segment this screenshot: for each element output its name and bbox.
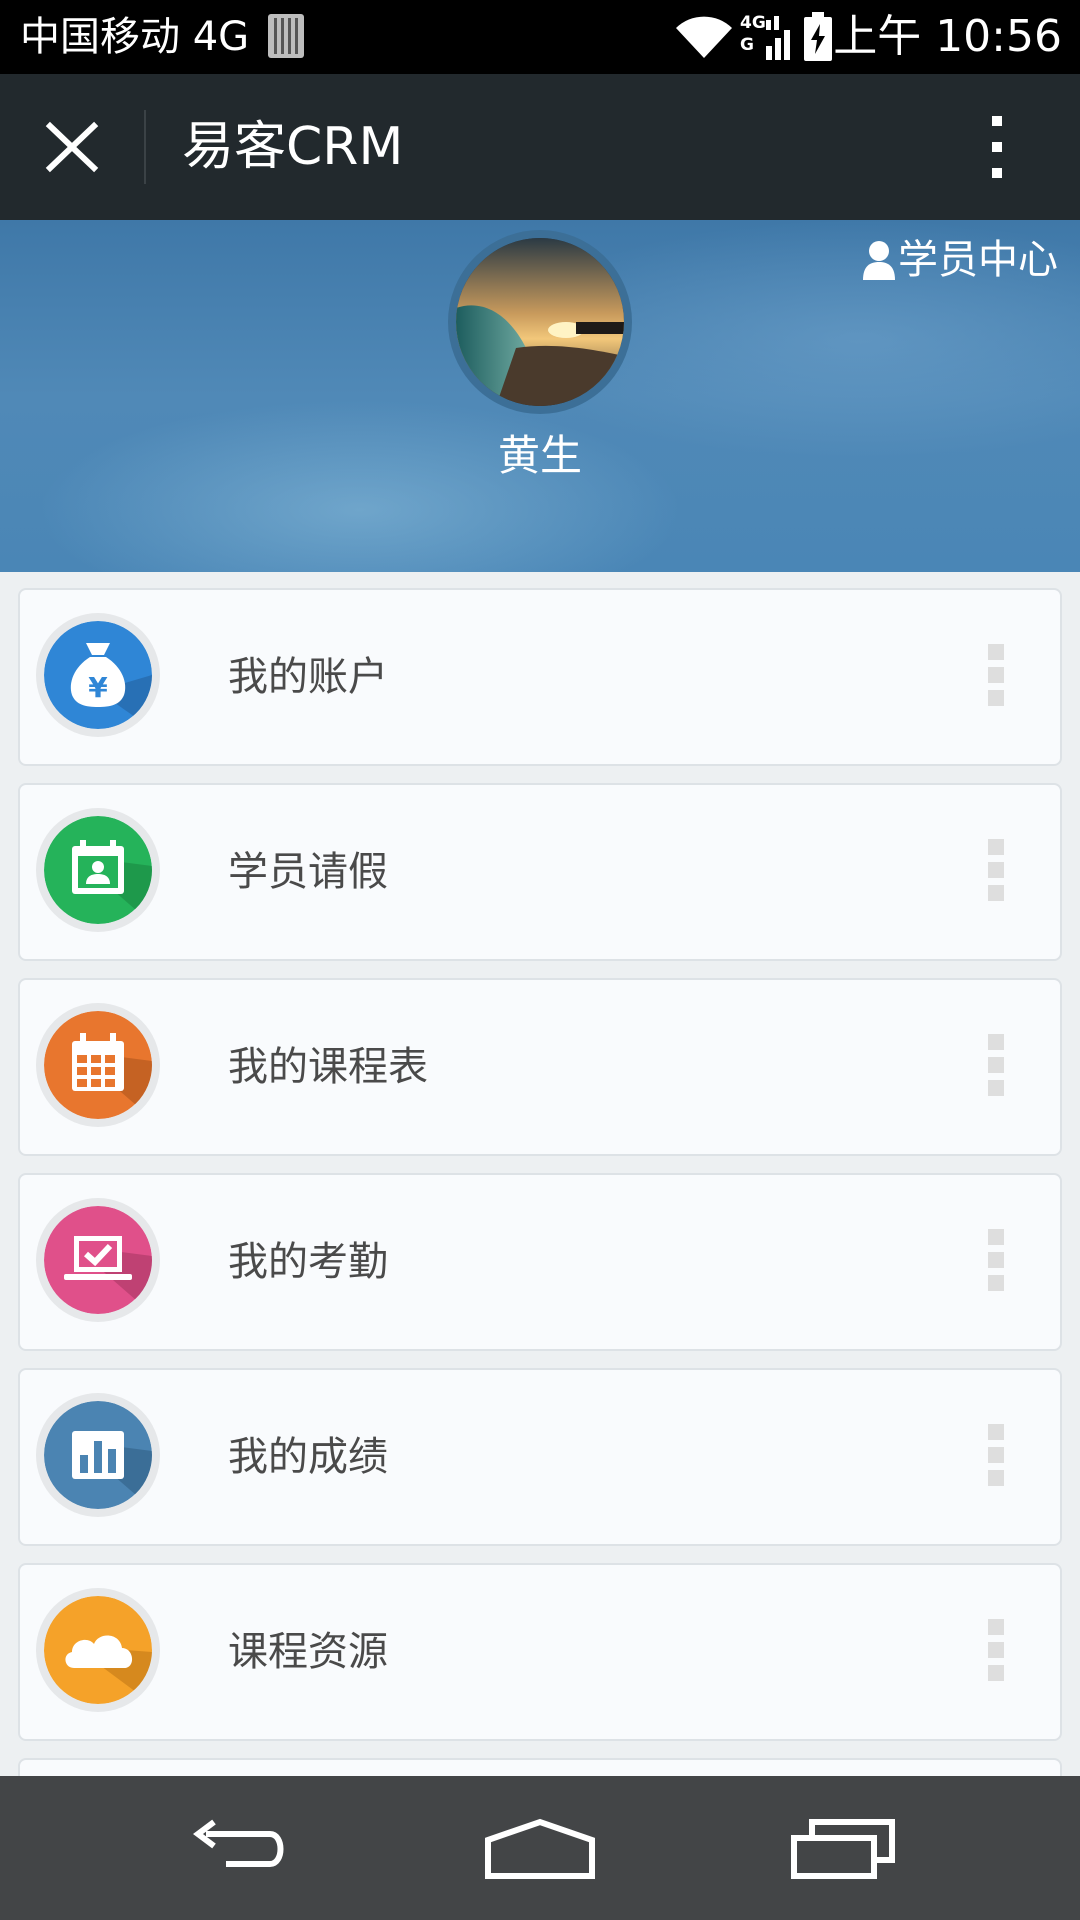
student-center-link[interactable]: 学员中心 [862,230,1058,290]
avatar-image [456,238,624,406]
app-bar-divider [144,110,146,184]
network-4g-text: 4G [740,13,766,33]
student-center-label: 学员中心 [898,237,1058,283]
back-icon[interactable] [186,1818,290,1880]
menu-label: 学员请假 [228,849,388,895]
menu-icon-frame: ¥ [36,613,160,737]
more-options-icon[interactable] [970,110,1024,184]
clock: 上午 10:56 [833,11,1062,62]
money-bag-icon: ¥ [44,621,152,729]
user-icon [863,241,895,280]
svg-text:¥: ¥ [88,671,108,704]
recent-apps-icon[interactable] [790,1816,896,1880]
menu-item-leave[interactable]: 学员请假 [18,783,1062,961]
sim-signal-icon [268,14,304,58]
profile-header: 学员中心 黄生 [0,220,1080,572]
menu-icon-frame [36,1588,160,1712]
network-g-text: G [740,35,754,55]
avatar[interactable] [448,230,632,414]
home-icon[interactable] [484,1818,596,1880]
close-icon[interactable] [30,112,114,182]
drag-handle-icon[interactable] [988,1619,1004,1681]
menu-item-attendance[interactable]: 我的考勤 [18,1173,1062,1351]
menu-icon-frame [36,1198,160,1322]
bar-chart-icon [44,1401,152,1509]
menu-list: ¥ 我的账户 学员请假 我的课程表 我的考勤 我的成绩 课程资源 [18,588,1062,1758]
carrier-label: 中国移动 4G [20,14,250,60]
menu-label: 我的课程表 [228,1044,428,1090]
menu-label: 课程资源 [228,1629,388,1675]
menu-item-account[interactable]: ¥ 我的账户 [18,588,1062,766]
menu-item-resources[interactable]: 课程资源 [18,1563,1062,1741]
drag-handle-icon[interactable] [988,1034,1004,1096]
cloud-icon [44,1596,152,1704]
battery-charging-icon [804,12,832,61]
wifi-icon [676,16,732,59]
menu-icon-frame [36,1003,160,1127]
drag-handle-icon[interactable] [988,644,1004,706]
menu-icon-frame [36,1393,160,1517]
page-title: 易客CRM [182,117,404,177]
calendar-person-icon [44,816,152,924]
laptop-check-icon [44,1206,152,1314]
network-type-label: 4G G [740,12,766,56]
menu-item-grades[interactable]: 我的成绩 [18,1368,1062,1546]
drag-handle-icon[interactable] [988,1229,1004,1291]
drag-handle-icon[interactable] [988,1424,1004,1486]
user-name: 黄生 [497,431,582,480]
drag-handle-icon[interactable] [988,839,1004,901]
menu-label: 我的考勤 [228,1239,388,1285]
status-bar: 中国移动 4G 4G G 上午 10:56 [0,0,1080,74]
menu-label: 我的成绩 [228,1434,388,1480]
app-bar: 易客CRM [0,74,1080,220]
calendar-grid-icon [44,1011,152,1119]
menu-label: 我的账户 [228,654,388,700]
system-nav-bar [0,1776,1080,1920]
menu-item-schedule[interactable]: 我的课程表 [18,978,1062,1156]
menu-icon-frame [36,808,160,932]
